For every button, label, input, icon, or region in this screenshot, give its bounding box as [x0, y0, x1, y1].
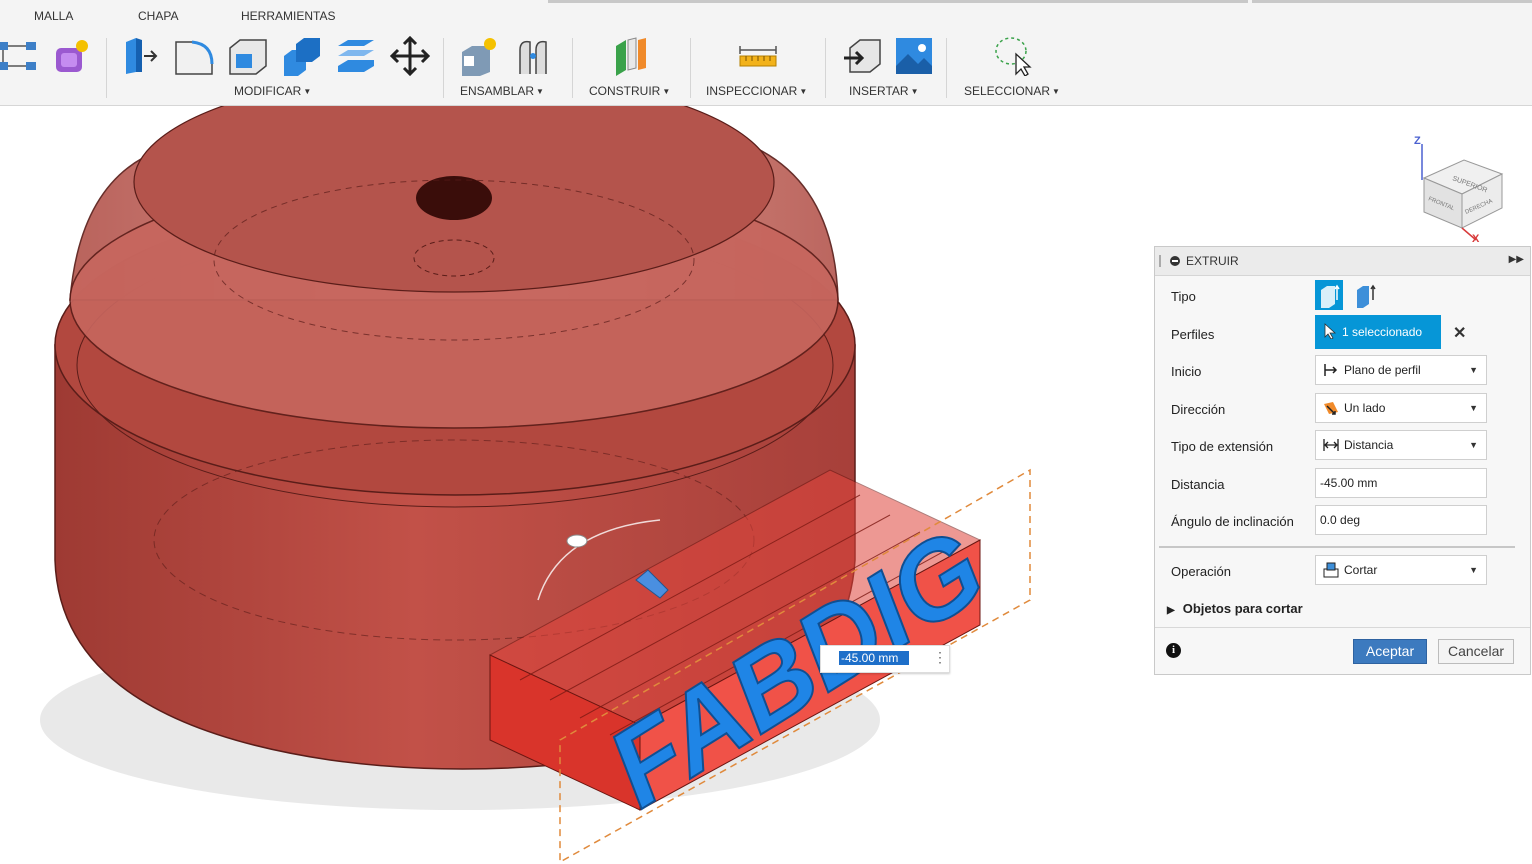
inicio-label: Inicio — [1171, 364, 1202, 379]
dialog-header[interactable]: EXTRUIR ▶▶ — [1155, 247, 1530, 276]
axis-z-label: Z — [1414, 135, 1421, 147]
distancia-input[interactable]: -45.00 mm — [1315, 468, 1487, 498]
distance-manipulator-input[interactable]: -45.00 mm — [839, 651, 909, 665]
construct-plane-icon[interactable] — [610, 36, 650, 76]
select-window-icon[interactable] — [994, 36, 1034, 76]
collapse-icon[interactable] — [1170, 256, 1180, 266]
clear-selection-icon[interactable]: ✕ — [1453, 323, 1466, 343]
measure-icon[interactable] — [738, 36, 778, 76]
objetos-para-cortar-toggle[interactable]: ▶ Objetos para cortar — [1167, 601, 1303, 616]
divider — [1155, 627, 1530, 628]
extrude-type-solid-button[interactable] — [1315, 280, 1343, 310]
dialog-title: EXTRUIR — [1186, 254, 1239, 268]
divider — [1159, 546, 1515, 548]
insert-image-icon[interactable] — [894, 36, 934, 76]
combine-icon[interactable] — [282, 36, 322, 76]
one-side-icon — [1324, 402, 1338, 415]
tab-chapa[interactable]: CHAPA — [138, 9, 178, 23]
direccion-dropdown[interactable]: Un lado ▼ — [1315, 393, 1487, 423]
press-pull-icon[interactable] — [120, 36, 160, 76]
distance-manipulator-box: -45.00 mm ⋮ — [820, 645, 950, 673]
angulo-input[interactable]: 0.0 deg — [1315, 505, 1487, 535]
tipo-extension-label: Tipo de extensión — [1171, 439, 1274, 454]
select-arrow-icon — [1324, 323, 1337, 339]
distance-icon — [1323, 439, 1339, 451]
profiles-select-button[interactable]: 1 seleccionado — [1315, 315, 1441, 349]
cancel-button[interactable]: Cancelar — [1438, 639, 1514, 664]
tab-herramientas[interactable]: HERRAMIENTAS — [241, 9, 335, 23]
new-component-icon[interactable] — [460, 36, 500, 76]
expand-triangle-icon: ▶ — [1167, 605, 1175, 616]
cut-icon — [1323, 562, 1339, 578]
tipo-extension-dropdown[interactable]: Distancia ▼ — [1315, 430, 1487, 460]
inspeccionar-menu[interactable]: INSPECCIONAR ▼ — [706, 84, 807, 98]
perfiles-label: Perfiles — [1171, 327, 1215, 342]
axis-x-label: X — [1472, 233, 1480, 243]
insert-derive-icon[interactable] — [842, 36, 882, 76]
viewcube[interactable]: SUPERIOR FRONTAL DERECHA Z X — [1410, 128, 1520, 243]
operacion-label: Operación — [1171, 564, 1231, 579]
form-mesh-icon[interactable] — [0, 36, 40, 76]
chevron-down-icon: ▼ — [1469, 440, 1478, 450]
chevron-down-icon: ▼ — [1469, 403, 1478, 413]
extrude-dialog: EXTRUIR ▶▶ Tipo Perfiles 1 seleccionado … — [1154, 246, 1531, 675]
more-options-icon[interactable]: ⋮ — [933, 649, 947, 666]
seleccionar-menu[interactable]: SELECCIONAR ▼ — [964, 84, 1060, 98]
chevron-down-icon: ▼ — [1469, 565, 1478, 575]
chevron-down-icon: ▼ — [1469, 365, 1478, 375]
tipo-label: Tipo — [1171, 289, 1196, 304]
shell-icon[interactable] — [228, 36, 268, 76]
distancia-label: Distancia — [1171, 477, 1225, 492]
fillet-icon[interactable] — [174, 36, 214, 76]
drag-handle-icon[interactable] — [1159, 255, 1161, 267]
ensamblar-menu[interactable]: ENSAMBLAR ▼ — [460, 84, 544, 98]
modificar-menu[interactable]: MODIFICAR ▼ — [234, 84, 311, 98]
direccion-label: Dirección — [1171, 402, 1226, 417]
workspace-tab-underline — [548, 0, 1248, 3]
insertar-menu[interactable]: INSERTAR ▼ — [849, 84, 919, 98]
create-form-icon[interactable] — [52, 36, 92, 76]
construir-menu[interactable]: CONSTRUIR ▼ — [589, 84, 670, 98]
expand-dialog-icon[interactable]: ▶▶ — [1509, 254, 1524, 265]
workspace-tab-underline-2 — [1252, 0, 1532, 3]
profile-plane-icon — [1324, 364, 1338, 376]
extrude-type-thin-button[interactable] — [1351, 280, 1379, 310]
joint-icon[interactable] — [514, 36, 554, 76]
info-icon[interactable]: i — [1166, 643, 1181, 658]
tab-malla[interactable]: MALLA — [34, 9, 73, 23]
angulo-label: Ángulo de inclinación — [1171, 514, 1294, 529]
move-icon[interactable] — [390, 36, 430, 76]
offset-face-icon[interactable] — [336, 36, 376, 76]
inicio-dropdown[interactable]: Plano de perfil ▼ — [1315, 355, 1487, 385]
toolbar: MALLA CHAPA HERRAMIENTAS MODIFICAR ▼ ENS… — [0, 0, 1532, 106]
operacion-dropdown[interactable]: Cortar ▼ — [1315, 555, 1487, 585]
accept-button[interactable]: Aceptar — [1353, 639, 1427, 664]
